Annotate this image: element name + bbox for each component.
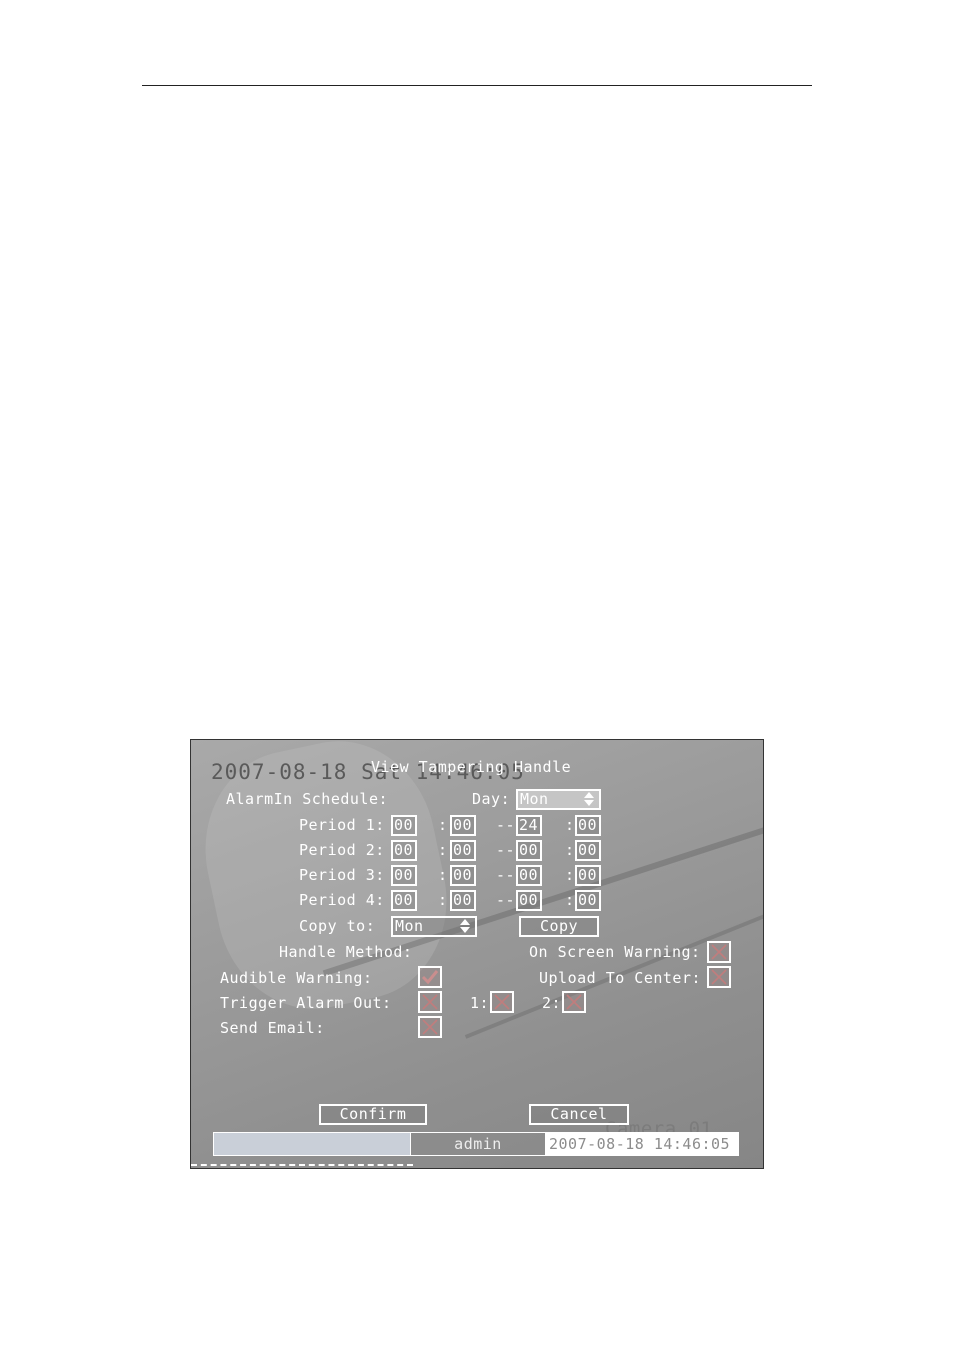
period-end-minute[interactable]: 00	[575, 815, 601, 836]
page-header-rule	[142, 85, 812, 86]
cross-mark-icon	[566, 994, 582, 1010]
time-dash: --	[496, 866, 516, 884]
copy-to-select-value: Mon	[395, 917, 424, 935]
dvr-screen: 2007-08-18 Sat 14:46:05 Camera 01 View T…	[190, 739, 764, 1169]
period-label: Period 1:	[299, 816, 385, 834]
dialog-title: View Tampering Handle	[371, 758, 572, 776]
cross-mark-icon	[711, 944, 727, 960]
copy-to-label: Copy to:	[299, 917, 376, 935]
copy-button[interactable]: Copy	[519, 916, 599, 937]
send-email-label: Send Email:	[220, 1019, 325, 1037]
cross-mark-icon	[494, 994, 510, 1010]
audible-warning-label: Audible Warning:	[220, 969, 373, 987]
up-down-arrows-icon	[584, 792, 595, 807]
cross-mark-icon	[422, 994, 438, 1010]
alarm-out-2-label: 2:	[542, 994, 562, 1012]
cross-mark-icon	[711, 969, 727, 985]
upload-to-center-label: Upload To Center:	[539, 969, 702, 987]
period-end-minute[interactable]: 00	[575, 840, 601, 861]
day-select[interactable]: Mon	[516, 789, 601, 810]
upload-to-center-checkbox[interactable]	[707, 966, 731, 988]
status-bar-user: admin	[411, 1132, 545, 1156]
time-colon: :	[438, 891, 448, 909]
time-colon: :	[565, 891, 575, 909]
time-dash: --	[496, 841, 516, 859]
period-end-hour[interactable]: 00	[516, 865, 542, 886]
alarmin-schedule-label: AlarmIn Schedule:	[226, 790, 389, 808]
alarm-out-1-checkbox[interactable]	[490, 991, 514, 1013]
status-bar-blank-segment	[213, 1132, 411, 1156]
alarm-out-1-label: 1:	[470, 994, 490, 1012]
period-end-minute[interactable]: 00	[575, 890, 601, 911]
period-end-hour[interactable]: 24	[516, 815, 542, 836]
trigger-alarm-out-checkbox[interactable]	[418, 991, 442, 1013]
time-dash: --	[496, 891, 516, 909]
period-label: Period 4:	[299, 891, 385, 909]
period-start-hour[interactable]: 00	[391, 890, 417, 911]
period-end-minute[interactable]: 00	[575, 865, 601, 886]
up-down-arrows-icon	[460, 919, 471, 934]
check-mark-icon	[421, 970, 439, 985]
time-colon: :	[438, 816, 448, 834]
period-label: Period 3:	[299, 866, 385, 884]
alarm-out-2-checkbox[interactable]	[562, 991, 586, 1013]
period-start-minute[interactable]: 00	[450, 815, 476, 836]
period-start-hour[interactable]: 00	[391, 815, 417, 836]
period-start-minute[interactable]: 00	[450, 865, 476, 886]
status-bar: admin 2007-08-18 14:46:05	[213, 1132, 739, 1156]
day-label: Day:	[472, 790, 511, 808]
cross-mark-icon	[422, 1019, 438, 1035]
on-screen-warning-checkbox[interactable]	[707, 941, 731, 963]
dashed-divider	[191, 1164, 413, 1166]
period-start-hour[interactable]: 00	[391, 840, 417, 861]
period-end-hour[interactable]: 00	[516, 840, 542, 861]
on-screen-warning-label: On Screen Warning:	[529, 943, 701, 961]
period-end-hour[interactable]: 00	[516, 890, 542, 911]
time-colon: :	[565, 816, 575, 834]
day-select-value: Mon	[520, 790, 549, 808]
time-colon: :	[438, 841, 448, 859]
handle-method-label: Handle Method:	[279, 943, 413, 961]
send-email-checkbox[interactable]	[418, 1016, 442, 1038]
confirm-button[interactable]: Confirm	[319, 1104, 427, 1125]
period-label: Period 2:	[299, 841, 385, 859]
period-start-minute[interactable]: 00	[450, 890, 476, 911]
cancel-button[interactable]: Cancel	[529, 1104, 629, 1125]
trigger-alarm-out-label: Trigger Alarm Out:	[220, 994, 392, 1012]
time-colon: :	[565, 866, 575, 884]
period-start-hour[interactable]: 00	[391, 865, 417, 886]
audible-warning-checkbox[interactable]	[418, 966, 442, 988]
time-colon: :	[438, 866, 448, 884]
time-dash: --	[496, 816, 516, 834]
copy-to-select[interactable]: Mon	[391, 916, 477, 937]
status-bar-datetime: 2007-08-18 14:46:05	[545, 1132, 739, 1156]
period-start-minute[interactable]: 00	[450, 840, 476, 861]
time-colon: :	[565, 841, 575, 859]
